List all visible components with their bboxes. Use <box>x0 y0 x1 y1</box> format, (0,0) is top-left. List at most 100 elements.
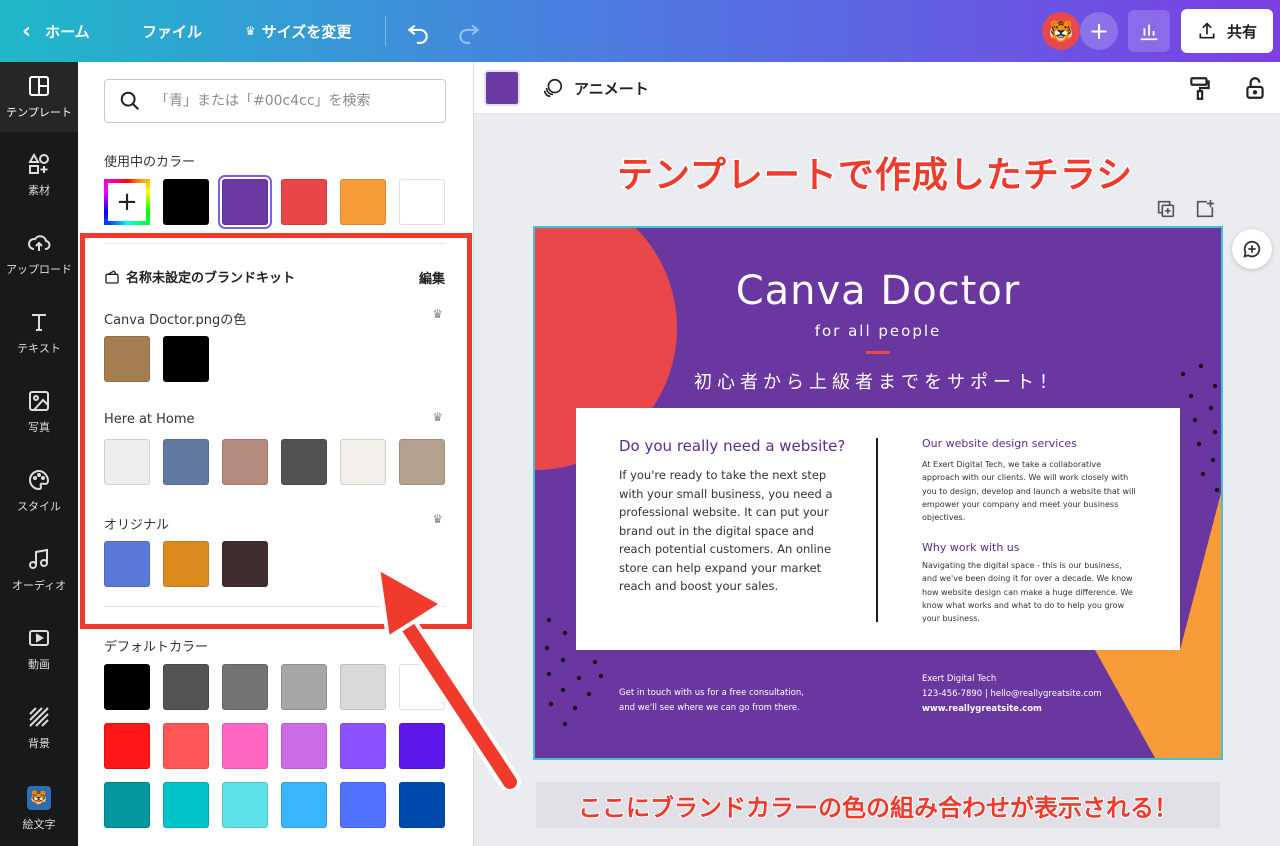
paint-roller-icon[interactable] <box>1187 74 1213 102</box>
edit-brand-kit-link[interactable]: 編集 <box>419 268 445 287</box>
color-swatch[interactable] <box>222 782 268 828</box>
color-swatch[interactable] <box>218 175 272 229</box>
animate-label: アニメート <box>574 79 649 98</box>
chevron-left-icon: ‹ <box>22 18 32 44</box>
footer-left: Get in touch with us for a free consulta… <box>619 686 849 716</box>
nav-item-text[interactable]: テキスト <box>0 298 78 368</box>
nav-item-templates[interactable]: テンプレート <box>0 62 78 132</box>
nav-label: 背景 <box>28 737 50 750</box>
color-swatch[interactable] <box>281 782 327 828</box>
color-swatch[interactable] <box>222 723 268 769</box>
nav-label: 絵文字 <box>22 818 56 831</box>
company-name: Exert Digital Tech <box>922 674 997 684</box>
nav-item-elements[interactable]: 素材 <box>0 140 78 210</box>
emoji-icon: 🐯 <box>27 786 51 810</box>
color-swatch[interactable] <box>340 179 386 225</box>
home-button[interactable]: ‹ ホーム <box>22 0 90 62</box>
color-swatch[interactable] <box>399 664 445 710</box>
footer-contact: Exert Digital Tech 123-456-7890 | hello@… <box>922 672 1102 717</box>
color-swatch[interactable] <box>340 723 386 769</box>
design-title: Canva Doctor <box>735 268 1021 314</box>
add-color-button[interactable]: + <box>104 179 150 225</box>
left-nav: テンプレート 素材 アップロード テキスト 写真 スタイル オーディオ 動画 背… <box>0 62 78 846</box>
avatar[interactable]: 🐯 <box>1042 12 1080 50</box>
accent-line <box>866 351 890 354</box>
color-swatch[interactable] <box>104 782 150 828</box>
color-swatch[interactable] <box>340 664 386 710</box>
undo-icon[interactable] <box>405 18 431 44</box>
color-swatch[interactable] <box>222 439 268 485</box>
crown-icon: ♛ <box>245 24 256 38</box>
brand-kit-header: 名称未設定のブランドキット <box>104 267 295 286</box>
color-swatch[interactable] <box>163 439 209 485</box>
why-heading: Why work with us <box>922 541 1020 554</box>
animate-button[interactable]: アニメート <box>542 62 649 114</box>
color-search[interactable] <box>104 79 446 123</box>
color-swatch[interactable] <box>281 723 327 769</box>
nav-item-styles[interactable]: スタイル <box>0 456 78 526</box>
nav-item-uploads[interactable]: アップロード <box>0 219 78 289</box>
content-card: Do you really need a website? If you're … <box>576 408 1180 650</box>
color-swatch[interactable] <box>163 782 209 828</box>
color-swatch[interactable] <box>340 439 386 485</box>
nav-item-video[interactable]: 動画 <box>0 614 78 684</box>
search-input[interactable] <box>155 93 425 109</box>
search-icon <box>120 91 139 110</box>
divider <box>385 16 386 46</box>
color-swatch[interactable] <box>399 723 445 769</box>
divider <box>104 243 446 244</box>
color-swatch[interactable] <box>281 664 327 710</box>
nav-item-photos[interactable]: 写真 <box>0 377 78 447</box>
palette-title: オリジナル <box>104 518 170 533</box>
color-swatch[interactable] <box>163 723 209 769</box>
design-tagline: 初心者から上級者までをサポート！ <box>694 372 1062 393</box>
nav-label: テキスト <box>17 342 61 355</box>
video-icon <box>29 630 49 646</box>
color-swatch[interactable] <box>163 179 209 225</box>
insights-button[interactable] <box>1128 10 1170 52</box>
color-swatch[interactable] <box>104 541 150 587</box>
comment-button[interactable] <box>1232 229 1272 269</box>
invite-button[interactable]: + <box>1080 12 1118 50</box>
color-swatch[interactable] <box>163 664 209 710</box>
color-swatch[interactable] <box>163 541 209 587</box>
nav-item-audio[interactable]: オーディオ <box>0 535 78 605</box>
annotation-title: テンプレートで作成したチラシ <box>615 154 1134 198</box>
why-body: Navigating the digital space - this is o… <box>922 561 1133 624</box>
file-menu-button[interactable]: ファイル <box>142 0 202 62</box>
color-swatch[interactable] <box>104 664 150 710</box>
color-swatch[interactable] <box>281 439 327 485</box>
color-swatch[interactable] <box>222 664 268 710</box>
palette-title: Here at Home <box>104 412 195 427</box>
nav-item-emoji[interactable]: 🐯 絵文字 <box>0 774 78 844</box>
lock-icon[interactable] <box>1242 74 1268 102</box>
card-body: If you're ready to take the next step wi… <box>619 468 833 593</box>
color-swatch[interactable] <box>104 723 150 769</box>
palette-icon <box>29 469 50 491</box>
services-body: At Exert Digital Tech, we take a collabo… <box>922 460 1136 523</box>
brand-kit-icon <box>105 269 119 284</box>
redo-icon[interactable] <box>456 18 482 44</box>
share-button[interactable]: 共有 <box>1181 9 1273 53</box>
color-swatch[interactable] <box>340 782 386 828</box>
crown-icon: ♛ <box>432 410 443 424</box>
nav-label: 素材 <box>28 184 50 197</box>
nav-label: オーディオ <box>11 579 67 592</box>
color-swatch[interactable] <box>104 336 150 382</box>
color-swatch[interactable] <box>281 179 327 225</box>
color-swatch[interactable] <box>222 541 268 587</box>
duplicate-page-icon[interactable] <box>1155 198 1177 220</box>
color-swatch[interactable] <box>399 439 445 485</box>
color-swatch[interactable] <box>163 336 209 382</box>
flyer-design[interactable]: Canva Doctor for all people 初心者から上級者までをサ… <box>533 226 1223 760</box>
elements-icon <box>28 152 49 174</box>
services-heading: Our website design services <box>922 437 1077 450</box>
text-color-button[interactable] <box>484 70 520 106</box>
bar-chart-icon <box>1140 24 1158 41</box>
resize-button[interactable]: ♛ サイズを変更 <box>245 0 351 62</box>
color-swatch[interactable] <box>399 782 445 828</box>
add-page-icon[interactable] <box>1194 198 1216 220</box>
color-swatch[interactable] <box>104 439 150 485</box>
color-swatch[interactable] <box>399 179 445 225</box>
nav-item-background[interactable]: 背景 <box>0 693 78 763</box>
